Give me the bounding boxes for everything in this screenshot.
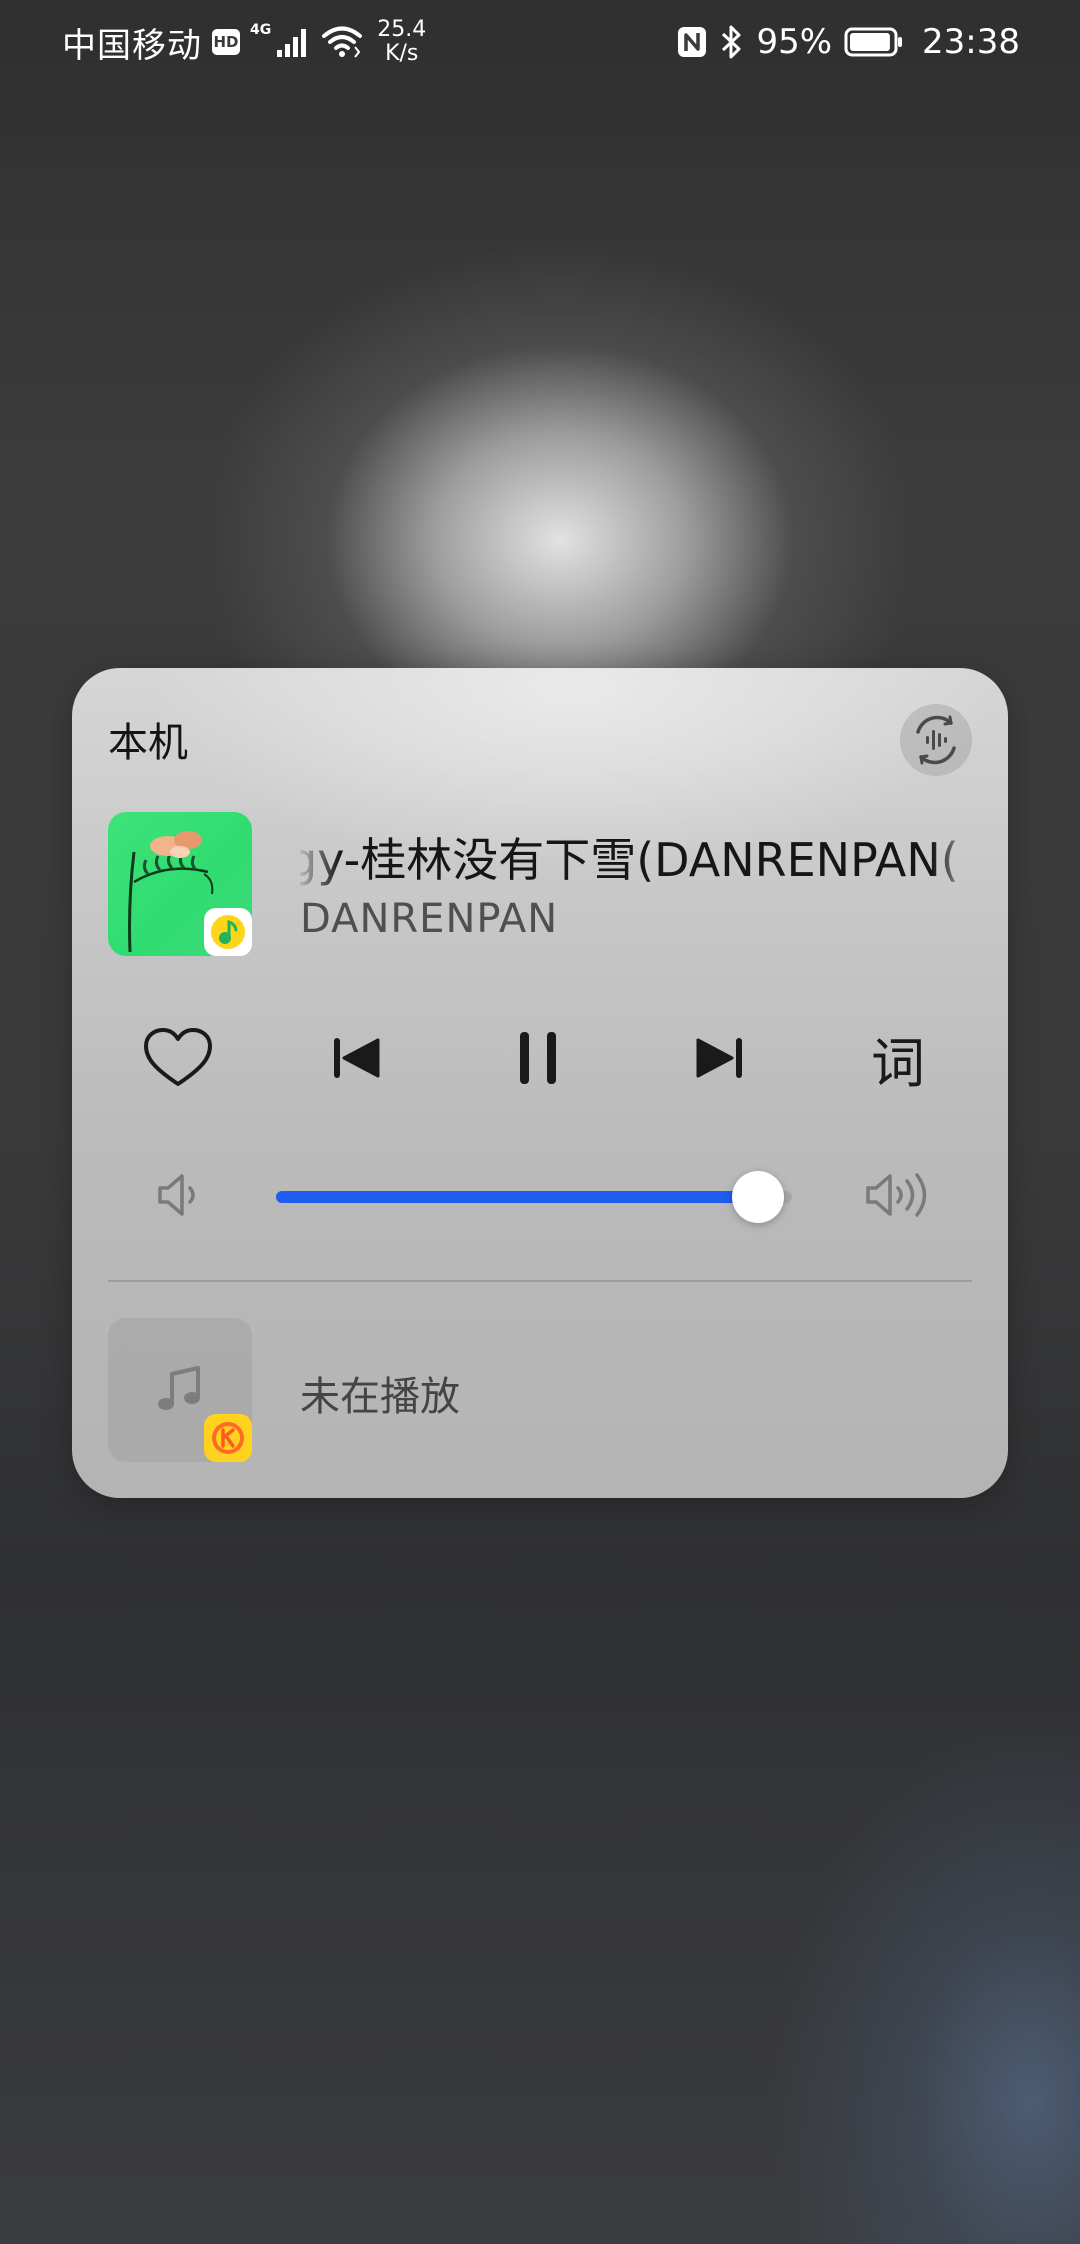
second-session-status: 未在播放 (300, 1374, 460, 1420)
kugou-badge (204, 1414, 252, 1462)
pause-button[interactable] (478, 998, 598, 1118)
signal-icon (277, 29, 307, 57)
session-divider (108, 1280, 972, 1282)
bluetooth-icon (722, 25, 741, 59)
qq-music-icon (211, 915, 245, 949)
heart-icon (144, 1028, 212, 1086)
volume-row (72, 1146, 1008, 1246)
kugou-icon (212, 1422, 244, 1454)
volume-slider-thumb[interactable] (732, 1171, 784, 1223)
hd-badge: HD (212, 29, 240, 55)
network-speed-unit: K/s (385, 41, 419, 66)
playback-controls: 词 (72, 998, 1008, 1118)
next-track-button[interactable] (658, 998, 778, 1118)
previous-track-icon (334, 1038, 380, 1078)
song-title: gy-桂林没有下雪(DANRENPAN( (300, 833, 959, 887)
clock: 23:38 (922, 22, 1020, 62)
status-left-group: 中国移动 HD 4G 25.4 K/s (62, 18, 426, 66)
volume-high-icon (866, 1173, 927, 1217)
status-bar: 中国移动 HD 4G 25.4 K/s 95% 23:38 (0, 0, 1080, 84)
song-artist: DANRENPAN (300, 896, 559, 942)
battery-percent: 95% (756, 22, 833, 62)
volume-slider-fill (276, 1191, 758, 1203)
song-title-marquee: gy-桂林没有下雪(DANRENPAN( (300, 828, 972, 892)
output-device-label: 本机 (108, 720, 188, 766)
volume-slider[interactable] (276, 1171, 792, 1223)
nfc-icon (678, 27, 707, 57)
network-speed: 25.4 K/s (377, 18, 426, 66)
pause-icon (520, 1032, 556, 1084)
network-speed-value: 25.4 (377, 17, 427, 42)
lyrics-button[interactable]: 词 (838, 998, 958, 1118)
previous-track-button[interactable] (298, 998, 418, 1118)
status-right-group: 95% 23:38 (676, 18, 1020, 66)
volume-low-icon (158, 1174, 195, 1216)
music-note-icon (158, 1366, 200, 1410)
audio-wave-cast-icon (916, 715, 956, 765)
next-track-icon (696, 1038, 742, 1078)
network-type: 4G (250, 22, 272, 38)
media-control-card: 本机 gy-桂林没有下雪(DANRENPAN(DANRENPAN 词 未在播放 (72, 668, 1008, 1498)
like-button[interactable] (118, 998, 238, 1118)
battery-icon (844, 27, 903, 57)
qq-music-badge (204, 908, 252, 956)
carrier-name: 中国移动 (62, 25, 202, 66)
wifi-icon (322, 26, 363, 58)
lyrics-label: 词 (871, 1031, 925, 1095)
audio-cast-button[interactable] (900, 704, 972, 776)
